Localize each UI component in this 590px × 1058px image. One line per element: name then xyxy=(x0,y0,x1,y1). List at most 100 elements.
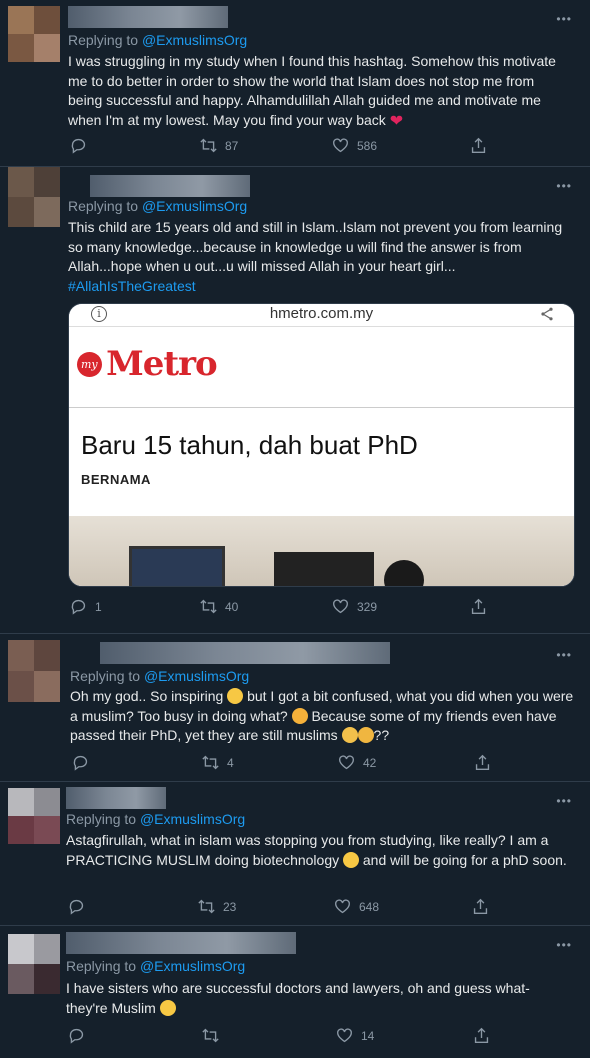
retweet-icon xyxy=(200,599,217,614)
avatar[interactable] xyxy=(8,934,60,994)
share-icon xyxy=(471,137,486,153)
heart-icon xyxy=(333,599,348,614)
more-options-icon[interactable]: ••• xyxy=(556,179,572,193)
hushed-emoji xyxy=(159,999,176,1016)
avatar[interactable] xyxy=(8,167,60,227)
reply-handle-link[interactable]: @ExmuslimsOrg xyxy=(144,668,249,684)
tweet-text-content: I have sisters who are successful doctor… xyxy=(66,980,530,1016)
reply-handle-link[interactable]: @ExmuslimsOrg xyxy=(142,32,247,48)
author-name[interactable] xyxy=(90,175,250,197)
reply-icon xyxy=(73,755,88,771)
like-count: 14 xyxy=(361,1028,375,1043)
metro-logo-text: Metro xyxy=(106,344,218,384)
like-count: 586 xyxy=(357,138,378,153)
avatar[interactable] xyxy=(8,788,60,844)
heart-icon xyxy=(333,138,348,153)
tweet-text: Oh my god.. So inspiring but I got a bit… xyxy=(70,687,575,746)
replying-to: Replying to @ExmuslimsOrg xyxy=(70,668,249,684)
tweet-text-content: ?? xyxy=(373,727,390,743)
reply-prefix: Replying to xyxy=(68,32,139,48)
weary-emoji xyxy=(357,727,374,743)
reply-prefix: Replying to xyxy=(68,198,139,214)
replying-to: Replying to @ExmuslimsOrg xyxy=(68,32,247,48)
like-count: 648 xyxy=(359,899,380,914)
retweet-icon xyxy=(198,899,215,914)
like-button[interactable]: 329 xyxy=(332,598,377,615)
card-headline: Baru 15 tahun, dah buat PhD xyxy=(81,430,418,460)
reply-button[interactable] xyxy=(72,754,97,771)
reply-icon xyxy=(69,1028,84,1044)
tweet-text-content: This child are 15 years old and still in… xyxy=(68,219,563,274)
more-options-icon[interactable]: ••• xyxy=(556,938,572,952)
link-preview-card[interactable]: i hmetro.com.my my Metro Baru 15 tahun, … xyxy=(68,303,575,587)
monitor-left xyxy=(129,546,225,586)
tweet[interactable]: ••• Replying to @ExmuslimsOrg I have sis… xyxy=(0,926,590,1058)
like-button[interactable]: 586 xyxy=(332,137,377,154)
reply-handle-link[interactable]: @ExmuslimsOrg xyxy=(142,198,247,214)
tweet-text: I have sisters who are successful doctor… xyxy=(66,979,566,1018)
reply-icon xyxy=(69,899,84,915)
avatar[interactable] xyxy=(8,6,60,62)
author-name[interactable] xyxy=(66,932,296,954)
more-options-icon[interactable]: ••• xyxy=(556,648,572,662)
reply-handle-link[interactable]: @ExmuslimsOrg xyxy=(140,811,245,827)
tweet[interactable]: ••• Replying to @ExmuslimsOrg Oh my god.… xyxy=(0,634,590,782)
tweet-text: I was struggling in my study when I foun… xyxy=(68,52,568,131)
reply-button[interactable] xyxy=(70,137,95,154)
tweet[interactable]: ••• Replying to @ExmuslimsOrg Astagfirul… xyxy=(0,782,590,926)
replying-to: Replying to @ExmuslimsOrg xyxy=(66,811,245,827)
reply-count: 1 xyxy=(95,599,102,614)
hashtag-link[interactable]: #AllahIsTheGreatest xyxy=(68,278,196,294)
retweet-button[interactable]: 87 xyxy=(200,137,238,154)
tweet-actions: 14 xyxy=(68,1027,508,1047)
person-head xyxy=(384,560,424,586)
reply-prefix: Replying to xyxy=(66,958,137,974)
retweet-button[interactable]: 23 xyxy=(198,898,236,915)
share-icon xyxy=(541,307,553,321)
tweet-text-content: Oh my god.. So inspiring xyxy=(70,688,224,704)
author-name[interactable] xyxy=(100,642,390,664)
reply-prefix: Replying to xyxy=(66,811,137,827)
more-options-icon[interactable]: ••• xyxy=(556,794,572,808)
share-icon xyxy=(474,1027,489,1043)
like-count: 42 xyxy=(363,755,377,770)
more-options-icon[interactable]: ••• xyxy=(556,12,572,26)
reply-button[interactable] xyxy=(68,1027,93,1044)
retweet-icon xyxy=(202,1028,219,1043)
share-button[interactable] xyxy=(473,1027,490,1044)
author-name[interactable] xyxy=(68,6,228,28)
share-icon xyxy=(471,598,486,614)
share-icon xyxy=(473,898,488,914)
like-button[interactable]: 14 xyxy=(336,1027,374,1044)
share-button[interactable] xyxy=(470,137,487,154)
like-button[interactable]: 42 xyxy=(338,754,376,771)
reply-button[interactable]: 1 xyxy=(70,598,102,615)
replying-to: Replying to @ExmuslimsOrg xyxy=(68,198,247,214)
like-button[interactable]: 648 xyxy=(334,898,379,915)
red-heart-emoji: ❤ xyxy=(389,112,404,130)
card-separator xyxy=(69,407,574,408)
retweet-count: 4 xyxy=(227,755,234,770)
tweet[interactable]: ••• Replying to @ExmuslimsOrg I was stru… xyxy=(0,0,590,167)
metro-logo-prefix: my xyxy=(77,351,102,377)
share-icon xyxy=(475,754,490,770)
share-button[interactable] xyxy=(472,898,489,915)
retweet-button[interactable]: 4 xyxy=(202,754,234,771)
retweet-count: 87 xyxy=(225,138,239,153)
retweet-icon xyxy=(200,138,217,153)
author-name[interactable] xyxy=(66,787,166,809)
relieved-emoji xyxy=(343,851,359,868)
tweet-actions: 23 648 xyxy=(68,898,508,918)
avatar[interactable] xyxy=(8,640,60,702)
retweet-button[interactable]: 40 xyxy=(200,598,238,615)
replying-to: Replying to @ExmuslimsOrg xyxy=(66,958,245,974)
astonished-emoji xyxy=(291,707,308,724)
reply-handle-link[interactable]: @ExmuslimsOrg xyxy=(140,958,245,974)
metro-logo: my Metro xyxy=(77,344,218,384)
share-button[interactable] xyxy=(474,754,491,771)
retweet-button[interactable] xyxy=(202,1027,227,1044)
tweet-text-content: and will be going for a phD soon. xyxy=(362,851,567,868)
tweet-actions: 1 40 329 xyxy=(70,598,510,618)
share-button[interactable] xyxy=(470,598,487,615)
reply-button[interactable] xyxy=(68,898,93,915)
